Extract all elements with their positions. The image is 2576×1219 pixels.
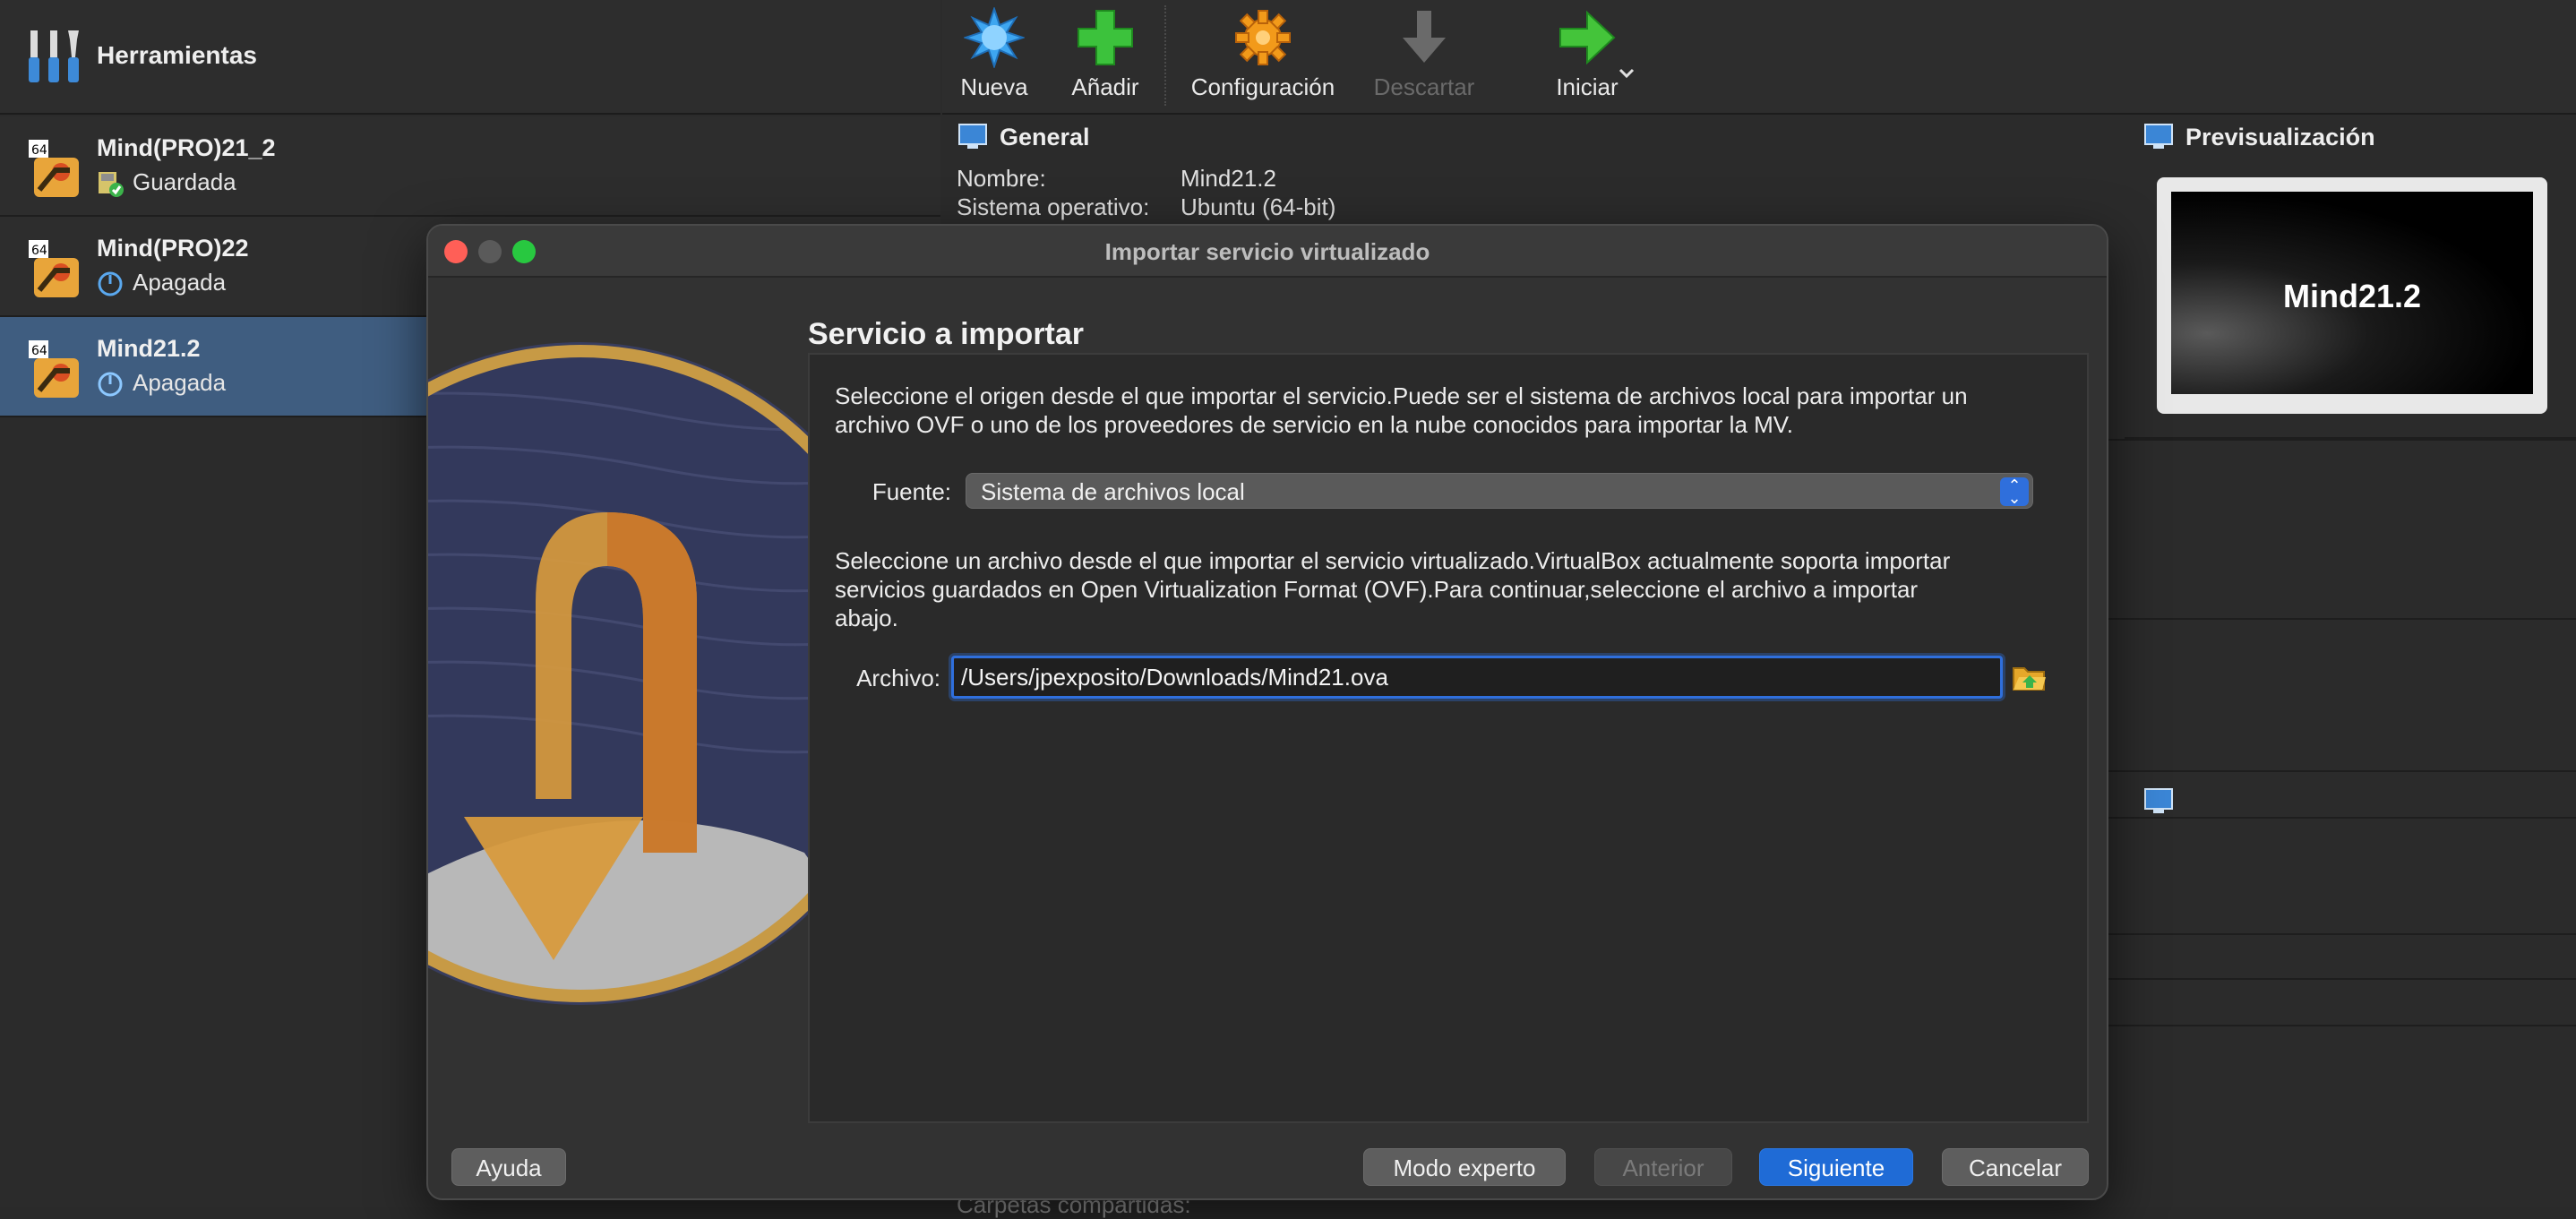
section-divider <box>2103 933 2576 935</box>
vm-name: Mind(PRO)22 <box>97 235 249 262</box>
section-divider <box>2103 439 2576 441</box>
vm-name: Mind21.2 <box>97 335 201 362</box>
dialog-title: Importar servicio virtualizado <box>1104 238 1430 265</box>
monitor-icon <box>2144 124 2173 149</box>
name-label: Nombre: <box>957 165 1046 192</box>
discard-button[interactable]: Descartar <box>1361 0 1487 115</box>
wizard-content-panel <box>808 353 2089 1123</box>
new-starburst-icon <box>964 7 1025 68</box>
preview-thumbnail: Mind21.2 <box>2157 177 2547 414</box>
os-label: Sistema operativo: <box>957 193 1150 220</box>
vm-name: Mind(PRO)21_2 <box>97 134 276 161</box>
file-path-input[interactable] <box>951 656 2003 699</box>
vm-state: Guardada <box>133 168 236 195</box>
toolbar-separator <box>1164 5 1166 106</box>
general-section-title: General <box>1000 124 1090 150</box>
dialog-titlebar[interactable]: Importar servicio virtualizado <box>428 226 2107 278</box>
arch-badge: 64 <box>31 244 47 258</box>
arch-badge: 64 <box>31 344 47 358</box>
source-select[interactable]: Sistema de archivos local ⌃ ⌄ <box>966 473 2033 509</box>
power-off-icon <box>98 271 123 296</box>
monitor-icon <box>958 124 987 149</box>
virtualbox-window: Herramientas 64 Mind(PRO)21_2 Guardada 6… <box>0 0 2576 1218</box>
start-button[interactable]: Iniciar <box>1533 0 1641 115</box>
source-label: Fuente: <box>872 478 951 505</box>
select-updown-icon: ⌃ ⌄ <box>2000 477 2029 506</box>
start-arrow-right-icon <box>1559 10 1616 65</box>
name-value: Mind21.2 <box>1181 165 1276 192</box>
file-label: Archivo: <box>856 665 940 691</box>
dialog-heading: Servicio a importar <box>808 317 1085 351</box>
import-appliance-dialog: Importar servicio virtualizado Servicio … <box>426 224 2108 1200</box>
file-text-line1: Seleccione un archivo desde el que impor… <box>835 547 1951 574</box>
tools-label: Herramientas <box>97 41 257 69</box>
arch-badge: 64 <box>31 143 47 158</box>
ubuntu-vm-icon: 64 <box>29 140 79 197</box>
section-divider <box>2103 770 2576 772</box>
gear-icon <box>1235 10 1291 65</box>
folder-open-icon[interactable] <box>2012 659 2048 695</box>
preview-pane: Previsualización Mind21.2 <box>2125 116 2576 439</box>
intro-text-line1: Seleccione el origen desde el que import… <box>835 382 1968 409</box>
source-select-value: Sistema de archivos local <box>981 478 1245 505</box>
cancel-button[interactable]: Cancelar <box>1942 1148 2089 1186</box>
file-text-line3: abajo. <box>835 605 898 631</box>
power-off-icon <box>98 372 123 397</box>
back-button[interactable]: Anterior <box>1594 1148 1732 1186</box>
expert-mode-button[interactable]: Modo experto <box>1363 1148 1566 1186</box>
section-divider <box>2103 618 2576 620</box>
vm-state: Apagada <box>133 269 227 296</box>
add-plus-icon <box>1078 10 1133 65</box>
add-button[interactable]: Añadir <box>1053 0 1157 115</box>
vm-state: Apagada <box>133 369 227 396</box>
help-button[interactable]: Ayuda <box>451 1148 566 1186</box>
preview-screen-text: Mind21.2 <box>2282 278 2422 314</box>
preview-title: Previsualización <box>2185 124 2375 150</box>
vm-item[interactable]: 64 Mind(PRO)21_2 Guardada <box>0 116 940 217</box>
os-value: Ubuntu (64-bit) <box>1181 193 1336 220</box>
discard-arrow-down-icon <box>1403 11 1446 63</box>
tools-icon <box>29 30 79 82</box>
new-button[interactable]: Nueva <box>942 0 1046 115</box>
preview-screen: Mind21.2 <box>2171 192 2533 394</box>
saved-state-icon <box>99 172 124 197</box>
section-divider <box>2103 978 2576 980</box>
ubuntu-vm-icon: 64 <box>29 240 79 297</box>
intro-text-line2: archivo OVF o uno de los proveedores de … <box>835 411 1793 438</box>
tools-header[interactable]: Herramientas <box>0 0 940 115</box>
next-button[interactable]: Siguiente <box>1759 1148 1913 1186</box>
main-toolbar: Nueva Añadir Configuración Descartar Ini… <box>942 0 2576 115</box>
file-text-line2: servicios guardados en Open Virtualizati… <box>835 576 1919 603</box>
monitor-icon <box>2144 788 2173 813</box>
section-divider <box>2103 817 2576 819</box>
section-divider <box>2103 1025 2576 1026</box>
ubuntu-vm-icon: 64 <box>29 340 79 398</box>
settings-button[interactable]: Configuración <box>1184 0 1342 115</box>
chevron-down-icon[interactable] <box>1618 66 1636 81</box>
